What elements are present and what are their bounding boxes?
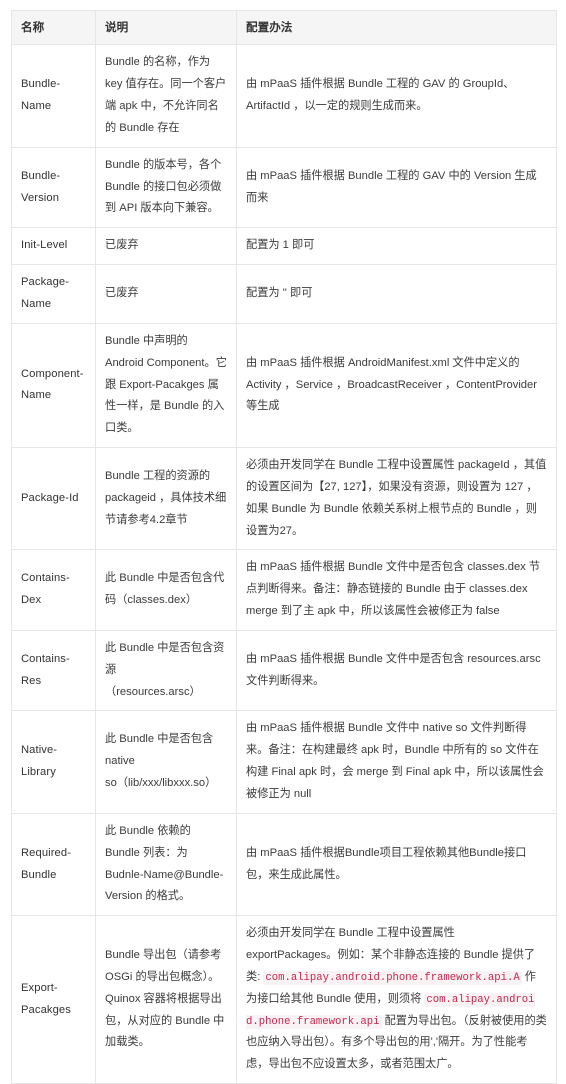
cell-attribute-configuration: 配置为 1 即可 — [236, 227, 557, 266]
cell-attribute-name: Component-Name — [11, 322, 96, 449]
inline-code-snippet: com.alipay.android.phone.framework.api.A — [263, 970, 522, 985]
configuration-text: 由 mPaaS 插件根据 Bundle 文件中 native so 文件判断得来… — [246, 722, 544, 801]
cell-attribute-name: Native-Library — [11, 710, 96, 814]
table-body: Bundle-Name Bundle 的名称，作为 key 值存在。同一个客户端 … — [11, 44, 557, 1084]
cell-attribute-configuration: 由 mPaaS 插件根据Bundle项目工程依赖其他Bundle接口包，来生成此… — [236, 812, 557, 917]
table-row: Component-Name Bundle 中声明的 Android Compon… — [11, 322, 557, 449]
description-text: 此 Bundle 中是否包含资源 （resources.arsc） — [105, 641, 225, 698]
description-text: 此 Bundle 依赖的 Bundle 列表：为 Budnle-Name@Bun… — [105, 824, 224, 903]
cell-attribute-name: Contains-Res — [11, 629, 96, 712]
configuration-text: 配置为 '' 即可 — [246, 287, 313, 300]
configuration-text: 配置为 1 即可 — [246, 239, 315, 252]
cell-attribute-name: Required-Bundle — [11, 812, 96, 917]
cell-attribute-description: Bundle 中声明的 Android Component。它跟 Export-… — [95, 322, 237, 449]
cell-attribute-description: 此 Bundle 中是否包含代码（classes.dex） — [95, 549, 237, 631]
cell-attribute-name: Bundle-Version — [11, 146, 96, 229]
column-header-description: 说明 — [95, 9, 237, 46]
table-row: Export-Pacakges Bundle 导出包（请参考 OSGi 的导出包概… — [11, 915, 557, 1084]
table-row: Contains-Dex 此 Bundle 中是否包含代码（classes.dex… — [11, 549, 557, 631]
table-row: Bundle-Name Bundle 的名称，作为 key 值存在。同一个客户端 … — [11, 44, 557, 148]
cell-attribute-configuration: 由 mPaaS 插件根据 AndroidManifest.xml 文件中定义的 … — [236, 322, 557, 449]
table-row: Package-Name 已废弃 配置为 '' 即可 — [11, 264, 557, 324]
cell-attribute-configuration: 由 mPaaS 插件根据 Bundle 工程的 GAV 的 GroupId、Ar… — [236, 44, 557, 148]
cell-attribute-description: 此 Bundle 中是否包含资源 （resources.arsc） — [95, 629, 237, 712]
table-row: Required-Bundle 此 Bundle 依赖的 Bundle 列表：为 … — [11, 812, 557, 917]
configuration-text: 由 mPaaS 插件根据 Bundle 工程的 GAV 的 GroupId、Ar… — [246, 78, 515, 113]
configuration-text: 由 mPaaS 插件根据Bundle项目工程依赖其他Bundle接口包，来生成此… — [246, 846, 527, 881]
cell-attribute-description: 已废弃 — [95, 264, 237, 324]
table-row: Init-Level 已废弃 配置为 1 即可 — [11, 227, 557, 266]
cell-attribute-name: Package-Id — [11, 447, 96, 551]
configuration-text: 必须由开发同学在 Bundle 工程中设置属性 packageId ，其值的设置… — [246, 459, 547, 537]
table-header-row: 名称 说明 配置办法 — [11, 9, 557, 46]
cell-attribute-configuration: 由 mPaaS 插件根据 Bundle 工程的 GAV 中的 Version 生… — [236, 146, 557, 229]
table-row: Native-Library 此 Bundle 中是否包含 native so（l… — [11, 710, 557, 814]
table-row: Bundle-Version Bundle 的版本号，各个 Bundle 的接口包… — [11, 146, 557, 229]
configuration-text: 由 mPaaS 插件根据 Bundle 工程的 GAV 中的 Version 生… — [246, 169, 537, 204]
description-text: Bundle 导出包（请参考 OSGi 的导出包概念）。Quinox 容器将根据… — [105, 949, 225, 1049]
configuration-text: 由 mPaaS 插件根据 Bundle 文件中是否包含 resources.ar… — [246, 652, 544, 687]
cell-attribute-configuration: 由 mPaaS 插件根据 Bundle 文件中 native so 文件判断得来… — [236, 710, 557, 814]
cell-attribute-description: 此 Bundle 中是否包含 native so（lib/xxx/libxxx.… — [95, 710, 237, 814]
description-text: Bundle 的名称，作为 key 值存在。同一个客户端 apk 中，不允许同名… — [105, 56, 227, 134]
cell-attribute-configuration: 必须由开发同学在 Bundle 工程中设置属性 exportPackages。例… — [236, 915, 557, 1084]
cell-attribute-name: Package-Name — [11, 264, 96, 324]
cell-attribute-name: Contains-Dex — [11, 549, 96, 631]
description-text: 已废弃 — [105, 239, 139, 252]
cell-attribute-description: 此 Bundle 依赖的 Bundle 列表：为 Budnle-Name@Bun… — [95, 812, 237, 917]
description-text: Bundle 工程的资源的 packageid ，具体技术细节请参考4.2章节 — [105, 469, 227, 526]
column-header-name: 名称 — [11, 9, 96, 46]
cell-attribute-description: Bundle 工程的资源的 packageid ，具体技术细节请参考4.2章节 — [95, 447, 237, 551]
configuration-text: 必须由开发同学在 Bundle 工程中设置属性 exportPackages。例… — [246, 923, 547, 1076]
cell-attribute-description: Bundle 的名称，作为 key 值存在。同一个客户端 apk 中，不允许同名… — [95, 44, 237, 148]
cell-attribute-description: 已废弃 — [95, 227, 237, 266]
description-text: 此 Bundle 中是否包含 native so（lib/xxx/libxxx.… — [105, 733, 217, 790]
document-page: 名称 说明 配置办法 Bundle-Name Bundle 的名称，作为 key … — [0, 0, 566, 1084]
cell-attribute-configuration: 必须由开发同学在 Bundle 工程中设置属性 packageId ，其值的设置… — [236, 447, 557, 551]
table-row: Contains-Res 此 Bundle 中是否包含资源 （resources.… — [11, 629, 557, 712]
cell-attribute-configuration: 配置为 '' 即可 — [236, 264, 557, 324]
cell-attribute-name: Init-Level — [11, 227, 96, 266]
configuration-text: 由 mPaaS 插件根据 AndroidManifest.xml 文件中定义的 … — [246, 356, 541, 413]
bundle-attributes-table: 名称 说明 配置办法 Bundle-Name Bundle 的名称，作为 key … — [11, 9, 557, 1084]
table-header: 名称 说明 配置办法 — [11, 9, 557, 46]
configuration-text: 由 mPaaS 插件根据 Bundle 文件中是否包含 classes.dex … — [246, 561, 541, 618]
cell-attribute-name: Bundle-Name — [11, 44, 96, 148]
cell-attribute-name: Export-Pacakges — [11, 915, 96, 1084]
table-row: Package-Id Bundle 工程的资源的 packageid ，具体技术细… — [11, 447, 557, 551]
cell-attribute-configuration: 由 mPaaS 插件根据 Bundle 文件中是否包含 resources.ar… — [236, 629, 557, 712]
description-text: Bundle 的版本号，各个 Bundle 的接口包必须做到 API 版本向下兼… — [105, 158, 225, 215]
column-header-configuration: 配置办法 — [236, 9, 557, 46]
description-text: 已废弃 — [105, 287, 139, 300]
description-text: Bundle 中声明的 Android Component。它跟 Export-… — [105, 334, 227, 435]
cell-attribute-configuration: 由 mPaaS 插件根据 Bundle 文件中是否包含 classes.dex … — [236, 549, 557, 631]
cell-attribute-description: Bundle 导出包（请参考 OSGi 的导出包概念）。Quinox 容器将根据… — [95, 915, 237, 1084]
description-text: 此 Bundle 中是否包含代码（classes.dex） — [105, 572, 225, 607]
cell-attribute-description: Bundle 的版本号，各个 Bundle 的接口包必须做到 API 版本向下兼… — [95, 146, 237, 229]
